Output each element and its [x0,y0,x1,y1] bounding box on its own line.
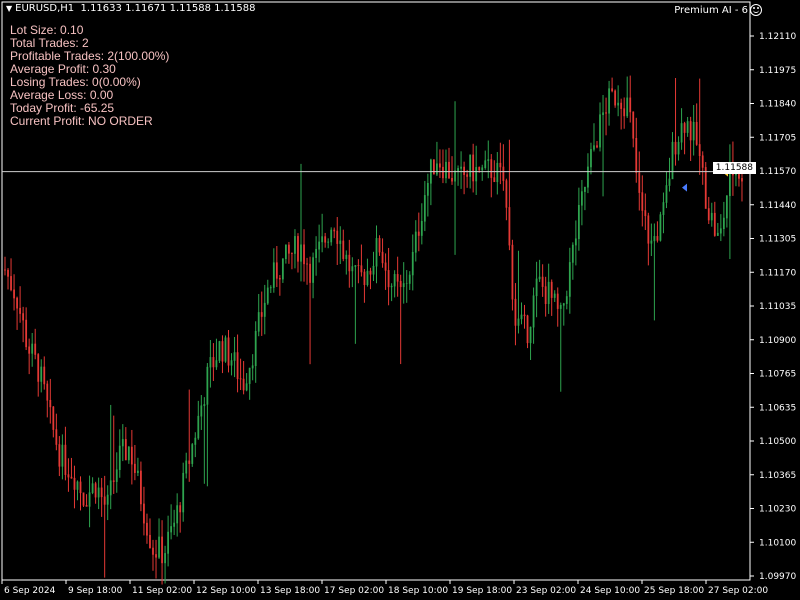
y-tick-label: 1.10100 [759,538,796,548]
x-tick-label: 18 Sep 10:00 [388,586,448,596]
y-tick-label: 1.11975 [759,66,796,76]
stat-current-profit: Current Profit: NO ORDER [10,114,153,128]
y-tick-label: 1.11440 [759,201,796,211]
y-tick-label: 1.10765 [759,370,796,380]
x-tick-label: 25 Sep 18:00 [644,586,704,596]
y-tick-label: 1.11035 [759,302,796,312]
x-tick-label: 12 Sep 10:00 [196,586,256,596]
x-tick-label: 9 Sep 18:00 [68,586,123,596]
y-tick-label: 1.09970 [759,572,796,582]
y-tick-label: 1.10365 [759,471,796,481]
y-tick-label: 1.10500 [759,437,796,447]
y-tick-label: 1.11570 [759,167,796,177]
x-tick-label: 6 Sep 2024 [4,586,56,596]
x-tick-label: 17 Sep 02:00 [324,586,384,596]
x-tick-label: 27 Sep 02:00 [708,586,768,596]
y-tick-label: 1.10230 [759,505,796,515]
stats-panel: Lot Size: 0.10 Total Trades: 2 Profitabl… [10,24,169,128]
y-tick-label: 1.11170 [759,268,796,278]
x-tick-label: 19 Sep 18:00 [452,586,512,596]
current-price-label: 1.11588 [712,162,756,174]
ohlc-label: 1.11633 1.11671 1.11588 1.11588 [80,3,256,14]
y-tick-label: 1.11705 [759,133,796,143]
y-tick-label: 1.11305 [759,235,796,245]
y-tick-label: 1.11840 [759,100,796,110]
dropdown-caret-icon[interactable]: ▼ [6,4,12,13]
x-tick-label: 13 Sep 18:00 [260,586,320,596]
y-tick-label: 1.10635 [759,403,796,413]
ea-name-label: Premium AI - 6 [674,5,748,16]
y-tick-label: 1.12110 [759,32,796,42]
x-tick-label: 24 Sep 10:00 [580,586,640,596]
y-tick-label: 1.10900 [759,336,796,346]
x-tick-label: 23 Sep 02:00 [516,586,576,596]
symbol-label: EURUSD,H1 [15,3,75,14]
symbol-header[interactable]: ▼ EURUSD,H1 1.11633 1.11671 1.11588 1.115… [6,3,255,14]
smiley-icon [750,4,762,16]
x-tick-label: 11 Sep 02:00 [132,586,192,596]
